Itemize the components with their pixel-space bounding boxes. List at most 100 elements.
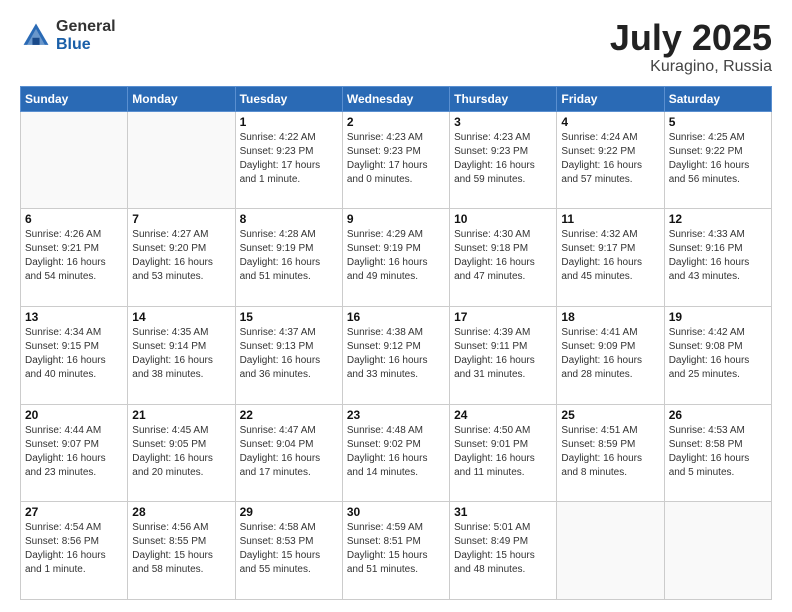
logo-blue-text: Blue — [56, 36, 116, 54]
calendar-cell-2-4: 17Sunrise: 4:39 AMSunset: 9:11 PMDayligh… — [450, 306, 557, 404]
col-tuesday: Tuesday — [235, 86, 342, 111]
calendar-cell-2-6: 19 Sunrise: 4:42 AMSunset: 9:08 PMDayligh… — [664, 306, 771, 404]
calendar-cell-2-2: 15Sunrise: 4:37 AMSunset: 9:13 PMDayligh… — [235, 306, 342, 404]
col-friday: Friday — [557, 86, 664, 111]
logo-general-text: General — [56, 18, 116, 36]
day-info-9: Sunrise: 4:29 AMSunset: 9:19 PMDaylight:… — [347, 228, 445, 284]
day-info-31: Sunrise: 5:01 AMSunset: 8:49 PMDaylight:… — [454, 521, 552, 577]
day-number-26: 26 — [669, 408, 767, 422]
day-number-13: 13 — [25, 310, 123, 324]
day-number-16: 16 — [347, 310, 445, 324]
day-number-20: 20 — [25, 408, 123, 422]
calendar-cell-0-0 — [21, 111, 128, 209]
day-info-15: Sunrise: 4:37 AMSunset: 9:13 PMDaylight:… — [240, 326, 338, 382]
day-number-12: 12 — [669, 212, 767, 226]
calendar-title: July 2025 — [610, 18, 772, 58]
col-wednesday: Wednesday — [342, 86, 449, 111]
day-number-9: 9 — [347, 212, 445, 226]
calendar-cell-1-6: 12Sunrise: 4:33 AMSunset: 9:16 PMDayligh… — [664, 209, 771, 307]
day-info-18: Sunrise: 4:41 AMSunset: 9:09 PMDaylight:… — [561, 326, 659, 382]
week-row-3: 13 Sunrise: 4:34 AMSunset: 9:15 PMDayligh… — [21, 306, 772, 404]
day-info-13: Sunrise: 4:34 AMSunset: 9:15 PMDaylight:… — [25, 326, 123, 382]
day-info-20: Sunrise: 4:44 AMSunset: 9:07 PMDaylight:… — [25, 424, 123, 480]
calendar-cell-4-6 — [664, 502, 771, 600]
col-monday: Monday — [128, 86, 235, 111]
day-info-2: Sunrise: 4:23 AMSunset: 9:23 PMDaylight:… — [347, 131, 445, 187]
calendar-cell-4-4: 31Sunrise: 5:01 AMSunset: 8:49 PMDayligh… — [450, 502, 557, 600]
day-info-16: Sunrise: 4:38 AMSunset: 9:12 PMDaylight:… — [347, 326, 445, 382]
day-number-11: 11 — [561, 212, 659, 226]
calendar-cell-3-1: 21Sunrise: 4:45 AMSunset: 9:05 PMDayligh… — [128, 404, 235, 502]
day-info-11: Sunrise: 4:32 AMSunset: 9:17 PMDaylight:… — [561, 228, 659, 284]
day-number-28: 28 — [132, 505, 230, 519]
title-block: July 2025 Kuragino, Russia — [610, 18, 772, 76]
day-number-24: 24 — [454, 408, 552, 422]
day-number-1: 1 — [240, 115, 338, 129]
calendar-cell-2-3: 16 Sunrise: 4:38 AMSunset: 9:12 PMDayligh… — [342, 306, 449, 404]
day-info-21: Sunrise: 4:45 AMSunset: 9:05 PMDaylight:… — [132, 424, 230, 480]
day-info-29: Sunrise: 4:58 AMSunset: 8:53 PMDaylight:… — [240, 521, 338, 577]
header: General Blue July 2025 Kuragino, Russia — [20, 18, 772, 76]
day-info-22: Sunrise: 4:47 AMSunset: 9:04 PMDaylight:… — [240, 424, 338, 480]
logo: General Blue — [20, 18, 116, 53]
day-info-7: Sunrise: 4:27 AMSunset: 9:20 PMDaylight:… — [132, 228, 230, 284]
calendar-header-row: Sunday Monday Tuesday Wednesday Thursday… — [21, 86, 772, 111]
day-info-19: Sunrise: 4:42 AMSunset: 9:08 PMDaylight:… — [669, 326, 767, 382]
day-number-22: 22 — [240, 408, 338, 422]
page: General Blue July 2025 Kuragino, Russia … — [0, 0, 792, 612]
calendar-cell-0-6: 5Sunrise: 4:25 AMSunset: 9:22 PMDaylight… — [664, 111, 771, 209]
calendar-cell-3-4: 24 Sunrise: 4:50 AMSunset: 9:01 PMDayligh… — [450, 404, 557, 502]
calendar-cell-4-1: 28 Sunrise: 4:56 AMSunset: 8:55 PMDayligh… — [128, 502, 235, 600]
calendar-cell-3-0: 20 Sunrise: 4:44 AMSunset: 9:07 PMDayligh… — [21, 404, 128, 502]
calendar-cell-4-5 — [557, 502, 664, 600]
day-number-19: 19 — [669, 310, 767, 324]
calendar-cell-0-3: 2Sunrise: 4:23 AMSunset: 9:23 PMDaylight… — [342, 111, 449, 209]
day-info-1: Sunrise: 4:22 AMSunset: 9:23 PMDaylight:… — [240, 131, 338, 187]
day-info-17: Sunrise: 4:39 AMSunset: 9:11 PMDaylight:… — [454, 326, 552, 382]
calendar-cell-2-1: 14Sunrise: 4:35 AMSunset: 9:14 PMDayligh… — [128, 306, 235, 404]
logo-icon — [20, 20, 52, 52]
week-row-2: 6 Sunrise: 4:26 AMSunset: 9:21 PMDaylight… — [21, 209, 772, 307]
calendar-cell-3-2: 22 Sunrise: 4:47 AMSunset: 9:04 PMDayligh… — [235, 404, 342, 502]
day-info-10: Sunrise: 4:30 AMSunset: 9:18 PMDaylight:… — [454, 228, 552, 284]
calendar-location: Kuragino, Russia — [610, 58, 772, 76]
day-number-23: 23 — [347, 408, 445, 422]
day-info-30: Sunrise: 4:59 AMSunset: 8:51 PMDaylight:… — [347, 521, 445, 577]
calendar-cell-0-2: 1 Sunrise: 4:22 AMSunset: 9:23 PMDaylight… — [235, 111, 342, 209]
day-number-25: 25 — [561, 408, 659, 422]
col-saturday: Saturday — [664, 86, 771, 111]
day-info-26: Sunrise: 4:53 AMSunset: 8:58 PMDaylight:… — [669, 424, 767, 480]
day-number-6: 6 — [25, 212, 123, 226]
calendar-cell-1-1: 7 Sunrise: 4:27 AMSunset: 9:20 PMDaylight… — [128, 209, 235, 307]
day-number-8: 8 — [240, 212, 338, 226]
calendar-table: Sunday Monday Tuesday Wednesday Thursday… — [20, 86, 772, 600]
calendar-cell-2-5: 18Sunrise: 4:41 AMSunset: 9:09 PMDayligh… — [557, 306, 664, 404]
calendar-cell-4-3: 30 Sunrise: 4:59 AMSunset: 8:51 PMDayligh… — [342, 502, 449, 600]
day-info-4: Sunrise: 4:24 AMSunset: 9:22 PMDaylight:… — [561, 131, 659, 187]
calendar-cell-3-6: 26 Sunrise: 4:53 AMSunset: 8:58 PMDayligh… — [664, 404, 771, 502]
day-number-4: 4 — [561, 115, 659, 129]
col-thursday: Thursday — [450, 86, 557, 111]
calendar-cell-4-0: 27Sunrise: 4:54 AMSunset: 8:56 PMDayligh… — [21, 502, 128, 600]
day-number-5: 5 — [669, 115, 767, 129]
week-row-4: 20 Sunrise: 4:44 AMSunset: 9:07 PMDayligh… — [21, 404, 772, 502]
calendar-cell-1-2: 8Sunrise: 4:28 AMSunset: 9:19 PMDaylight… — [235, 209, 342, 307]
day-info-6: Sunrise: 4:26 AMSunset: 9:21 PMDaylight:… — [25, 228, 123, 284]
calendar-cell-0-1 — [128, 111, 235, 209]
calendar-cell-1-3: 9 Sunrise: 4:29 AMSunset: 9:19 PMDaylight… — [342, 209, 449, 307]
calendar-cell-1-0: 6 Sunrise: 4:26 AMSunset: 9:21 PMDaylight… — [21, 209, 128, 307]
calendar-cell-4-2: 29Sunrise: 4:58 AMSunset: 8:53 PMDayligh… — [235, 502, 342, 600]
day-number-10: 10 — [454, 212, 552, 226]
day-number-7: 7 — [132, 212, 230, 226]
calendar-cell-1-5: 11 Sunrise: 4:32 AMSunset: 9:17 PMDayligh… — [557, 209, 664, 307]
calendar-cell-3-5: 25Sunrise: 4:51 AMSunset: 8:59 PMDayligh… — [557, 404, 664, 502]
day-info-24: Sunrise: 4:50 AMSunset: 9:01 PMDaylight:… — [454, 424, 552, 480]
day-info-28: Sunrise: 4:56 AMSunset: 8:55 PMDaylight:… — [132, 521, 230, 577]
day-number-30: 30 — [347, 505, 445, 519]
day-info-23: Sunrise: 4:48 AMSunset: 9:02 PMDaylight:… — [347, 424, 445, 480]
day-info-27: Sunrise: 4:54 AMSunset: 8:56 PMDaylight:… — [25, 521, 123, 577]
calendar-cell-3-3: 23 Sunrise: 4:48 AMSunset: 9:02 PMDayligh… — [342, 404, 449, 502]
day-info-3: Sunrise: 4:23 AMSunset: 9:23 PMDaylight:… — [454, 131, 552, 187]
calendar-cell-2-0: 13 Sunrise: 4:34 AMSunset: 9:15 PMDayligh… — [21, 306, 128, 404]
week-row-5: 27Sunrise: 4:54 AMSunset: 8:56 PMDayligh… — [21, 502, 772, 600]
